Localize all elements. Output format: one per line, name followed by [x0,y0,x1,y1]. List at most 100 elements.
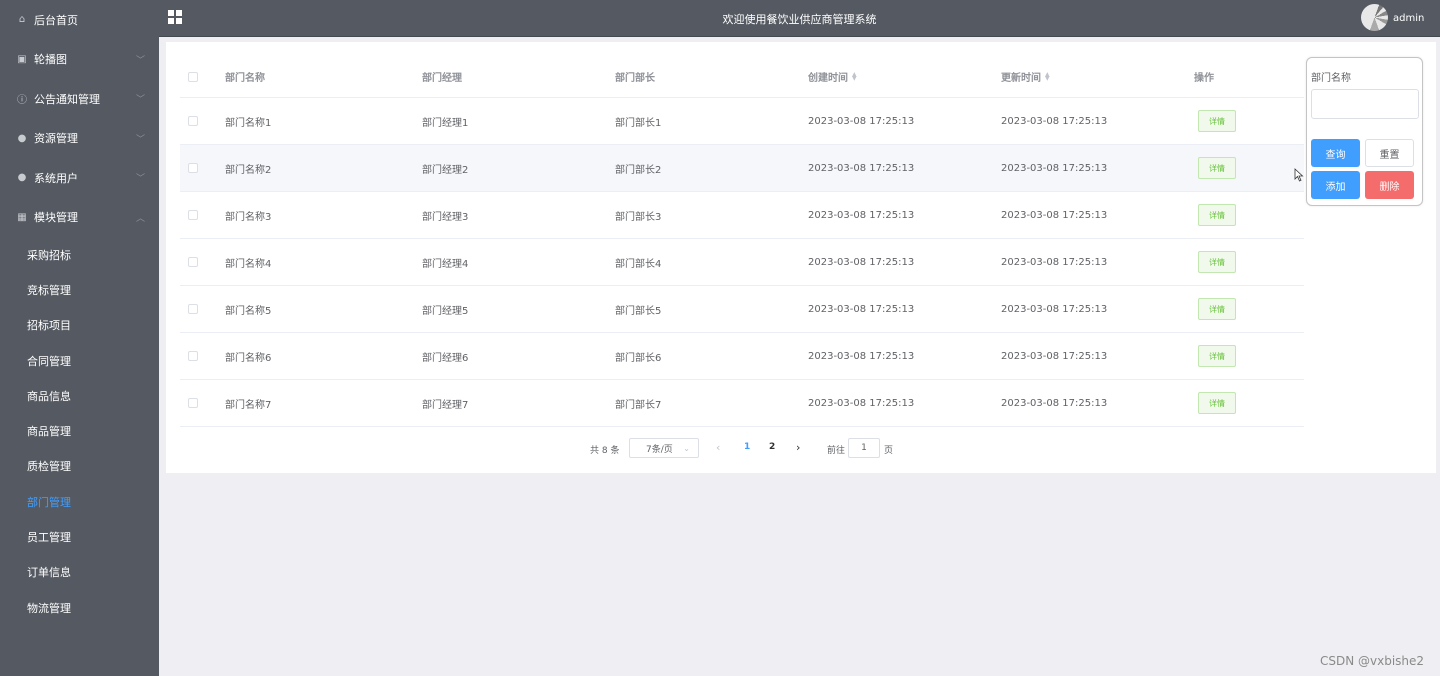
submenu-item-9[interactable]: 订单信息 [0,555,159,590]
submenu-item-3[interactable]: 合同管理 [0,343,159,378]
sidebar-item-label: 资源管理 [34,132,78,146]
cell-name: 部门名称2 [225,164,272,176]
detail-button[interactable]: 详情 [1198,157,1236,179]
submenu-item-2[interactable]: 招标项目 [0,308,159,343]
submenu-item-0[interactable]: 采购招标 [0,237,159,272]
sidebar-item-4[interactable]: ● 系统用户 ﹀ [0,158,159,198]
next-page-icon[interactable]: › [796,441,800,454]
reset-button[interactable]: 重置 [1365,139,1414,167]
sort-icon[interactable]: ▲ ▼ [1045,71,1050,81]
delete-button[interactable]: 删除 [1365,171,1414,199]
sidebar-item-0[interactable]: ⌂ 后台首页 [0,0,159,40]
sidebar-item-1[interactable]: ▣ 轮播图 ﹀ [0,40,159,80]
image-icon: ▣ [17,53,27,65]
cell-updated: 2023-03-08 17:25:13 [1001,115,1108,127]
page-2-button[interactable]: 2 [769,442,775,452]
chevron-down-icon: ﹀ [135,55,145,66]
info-circle-icon: ⓘ [17,95,27,107]
cell-created: 2023-03-08 17:25:13 [808,115,915,127]
query-button[interactable]: 查询 [1311,139,1360,167]
sidebar-item-2[interactable]: ⓘ 公告通知管理 ﹀ [0,79,159,119]
select-all-checkbox[interactable] [188,56,198,97]
detail-button[interactable]: 详情 [1198,110,1236,132]
cell-created: 2023-03-08 17:25:13 [808,256,915,268]
row-checkbox[interactable] [188,98,198,144]
submenu-item-6[interactable]: 质检管理 [0,449,159,484]
chevron-down-icon: ﹀ [135,95,145,106]
cell-name: 部门名称7 [225,399,272,411]
add-button[interactable]: 添加 [1311,171,1360,199]
column-header-created[interactable]: 创建时间 ▲ ▼ [808,56,857,97]
sidebar-item-3[interactable]: ● 资源管理 ﹀ [0,119,159,159]
goto-label: 前往 [827,446,846,456]
cell-updated: 2023-03-08 17:25:13 [1001,162,1108,174]
department-table: 部门名称 部门经理 部门部长 创建时间 ▲ ▼ 更新时间 ▲ ▼ 操作 部门名称1 部门经… [180,56,1304,427]
sidebar-item-5[interactable]: ▦ 模块管理 ︿ [0,198,159,238]
user-icon: ● [17,172,27,184]
sort-icon[interactable]: ▲ ▼ [852,71,857,81]
sidebar: ⌂ 后台首页 ▣ 轮播图 ﹀ ⓘ 公告通知管理 ﹀ ● 资源管理 ﹀ ● 系统用户 ﹀ ▦ 模块管理 ︿ 采购招标… [0,0,159,676]
row-checkbox[interactable] [188,286,198,332]
detail-button[interactable]: 详情 [1198,392,1236,414]
cell-manager: 部门经理6 [422,352,469,364]
goto-suffix: 页 [884,446,894,456]
table-row: 部门名称4 部门经理4 部门部长4 2023-03-08 17:25:13 2023-0… [180,239,1304,286]
submenu-item-10[interactable]: 物流管理 [0,590,159,625]
page-size-select[interactable]: 7条/页 ⌄ [629,438,699,458]
column-header-manager: 部门经理 [422,73,462,84]
cell-minister: 部门部长1 [615,117,662,129]
cell-manager: 部门经理7 [422,399,469,411]
cell-actions: 详情 [1194,239,1236,285]
cell-created: 2023-03-08 17:25:13 [808,350,915,362]
column-header-minister: 部门部长 [615,73,655,84]
cell-actions: 详情 [1194,333,1236,379]
avatar[interactable] [1361,4,1388,31]
cell-minister: 部门部长6 [615,352,662,364]
row-checkbox[interactable] [188,145,198,191]
cell-name: 部门名称1 [225,117,272,129]
cell-updated: 2023-03-08 17:25:13 [1001,397,1108,409]
row-checkbox[interactable] [188,333,198,379]
row-checkbox[interactable] [188,380,198,426]
search-input[interactable] [1311,89,1419,119]
location-pin-icon: ● [17,132,27,144]
submenu-item-4[interactable]: 商品信息 [0,378,159,413]
detail-button[interactable]: 详情 [1198,204,1236,226]
table-row: 部门名称2 部门经理2 部门部长2 2023-03-08 17:25:13 2023-0… [180,145,1304,192]
detail-button[interactable]: 详情 [1198,298,1236,320]
cell-minister: 部门部长7 [615,399,662,411]
detail-button[interactable]: 详情 [1198,345,1236,367]
cell-name: 部门名称5 [225,305,272,317]
goto-page-input[interactable]: 1 [848,438,880,458]
search-panel: 部门名称 查询 重置 添加 删除 [1306,57,1423,206]
table-header-row: 部门名称 部门经理 部门部长 创建时间 ▲ ▼ 更新时间 ▲ ▼ 操作 [180,56,1304,98]
cell-manager: 部门经理1 [422,117,469,129]
column-header-name: 部门名称 [225,73,265,84]
row-checkbox[interactable] [188,192,198,238]
column-header-updated[interactable]: 更新时间 ▲ ▼ [1001,56,1050,97]
submenu-item-7[interactable]: 部门管理 [0,484,159,519]
cell-manager: 部门经理3 [422,211,469,223]
prev-page-icon[interactable]: ‹ [716,441,720,454]
submenu-item-8[interactable]: 员工管理 [0,519,159,554]
row-checkbox[interactable] [188,239,198,285]
mouse-cursor-icon [1294,168,1304,182]
submenu-item-1[interactable]: 竞标管理 [0,272,159,307]
cell-minister: 部门部长4 [615,258,662,270]
sidebar-item-label: 公告通知管理 [34,92,100,106]
chevron-down-icon: ﹀ [135,174,145,185]
search-label: 部门名称 [1311,73,1351,84]
column-header-created-label: 创建时间 [808,73,848,84]
cell-manager: 部门经理4 [422,258,469,270]
page-1-button[interactable]: 1 [744,442,750,452]
cell-updated: 2023-03-08 17:25:13 [1001,256,1108,268]
username-label[interactable]: admin [1393,13,1424,24]
chevron-up-icon: ︿ [135,213,145,224]
sidebar-item-label: 后台首页 [34,13,78,27]
chevron-down-icon: ﹀ [135,134,145,145]
column-header-actions: 操作 [1194,73,1214,84]
chevron-down-icon: ⌄ [683,443,690,453]
detail-button[interactable]: 详情 [1198,251,1236,273]
submenu-item-5[interactable]: 商品管理 [0,413,159,448]
cell-actions: 详情 [1194,192,1236,238]
